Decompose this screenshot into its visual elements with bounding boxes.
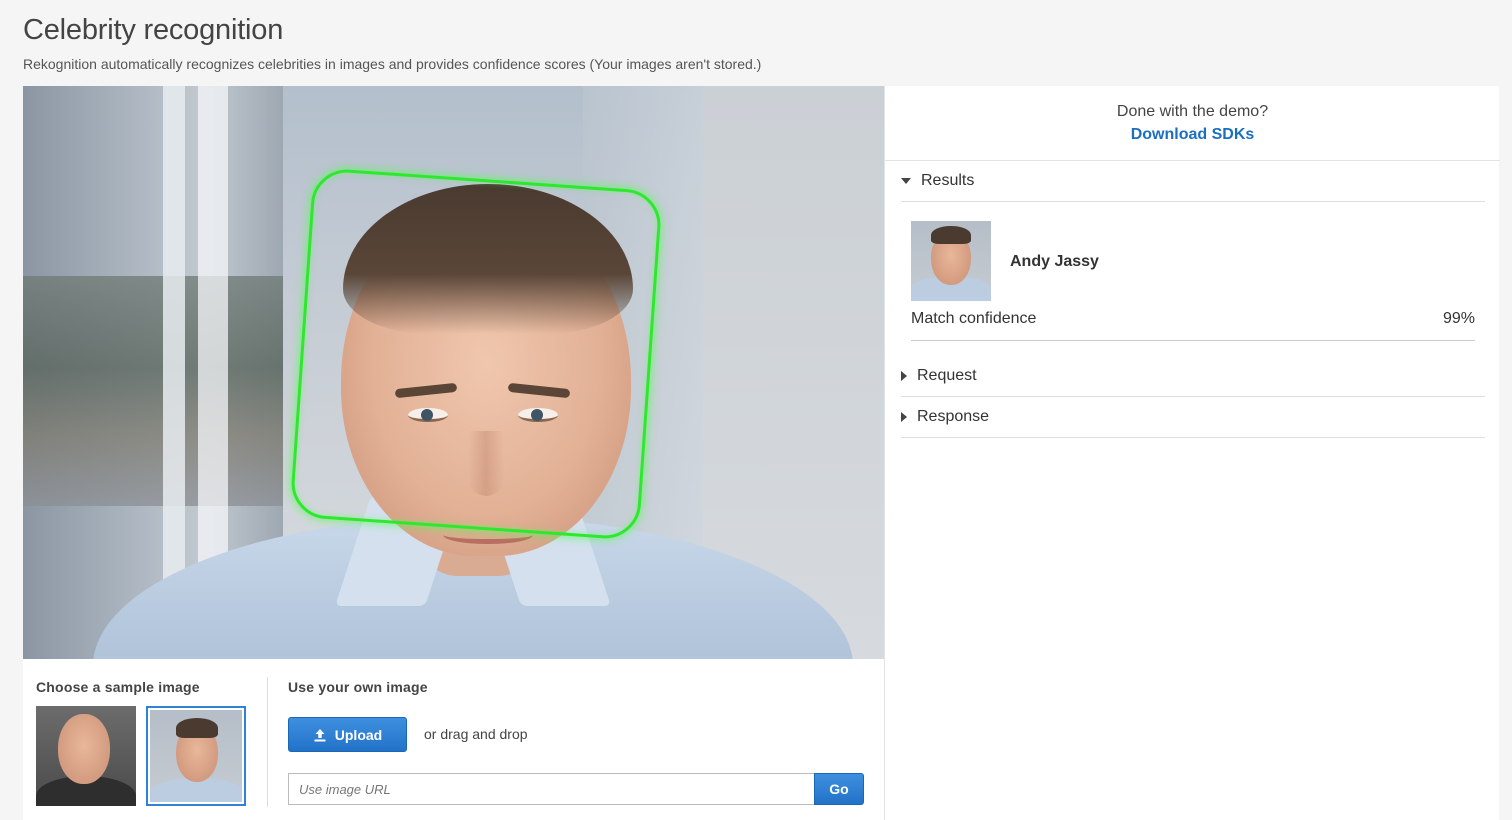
section-divider xyxy=(901,201,1485,202)
upload-icon xyxy=(314,728,326,741)
response-label: Response xyxy=(917,408,990,425)
image-url-input[interactable] xyxy=(288,773,815,805)
image-controls: Choose a sample image Use your own image… xyxy=(23,659,884,820)
sample-heading: Choose a sample image xyxy=(36,679,200,695)
celebrity-name: Andy Jassy xyxy=(1010,253,1099,270)
match-confidence-label: Match confidence xyxy=(911,310,1037,327)
own-image-heading: Use your own image xyxy=(288,679,428,695)
caret-right-icon xyxy=(901,371,907,381)
caret-down-icon xyxy=(901,178,911,184)
results-section-toggle[interactable]: Results xyxy=(901,172,974,190)
drag-drop-text: or drag and drop xyxy=(424,726,528,742)
sample-image-1[interactable] xyxy=(36,706,136,806)
page-subtitle: Rekognition automatically recognizes cel… xyxy=(23,56,762,72)
face-bounding-box xyxy=(289,167,663,541)
thumb-hair xyxy=(176,718,218,738)
upload-button[interactable]: Upload xyxy=(288,717,407,752)
request-section-toggle[interactable]: Request xyxy=(901,367,977,385)
section-divider xyxy=(901,437,1485,438)
caret-right-icon xyxy=(901,412,907,422)
request-label: Request xyxy=(917,367,977,384)
go-button[interactable]: Go xyxy=(814,773,864,805)
section-divider xyxy=(901,396,1485,397)
celebrity-thumbnail xyxy=(911,221,991,301)
analyzed-image xyxy=(23,86,884,659)
page-title: Celebrity recognition xyxy=(23,14,284,46)
sample-image-2[interactable] xyxy=(146,706,246,806)
panel-divider xyxy=(885,160,1500,161)
response-section-toggle[interactable]: Response xyxy=(901,408,989,426)
result-divider xyxy=(911,340,1475,341)
thumb-hair xyxy=(931,226,971,244)
background-city xyxy=(23,276,283,506)
results-label: Results xyxy=(921,172,975,189)
done-text: Done with the demo? xyxy=(1116,103,1269,120)
match-confidence-value: 99% xyxy=(1442,310,1475,327)
thumb-face xyxy=(58,714,110,784)
upload-label: Upload xyxy=(334,726,383,743)
section-divider xyxy=(267,677,268,807)
download-sdks-link[interactable]: Download SDKs xyxy=(885,126,1500,144)
results-panel: Done with the demo? Download SDKs Result… xyxy=(884,86,1500,820)
